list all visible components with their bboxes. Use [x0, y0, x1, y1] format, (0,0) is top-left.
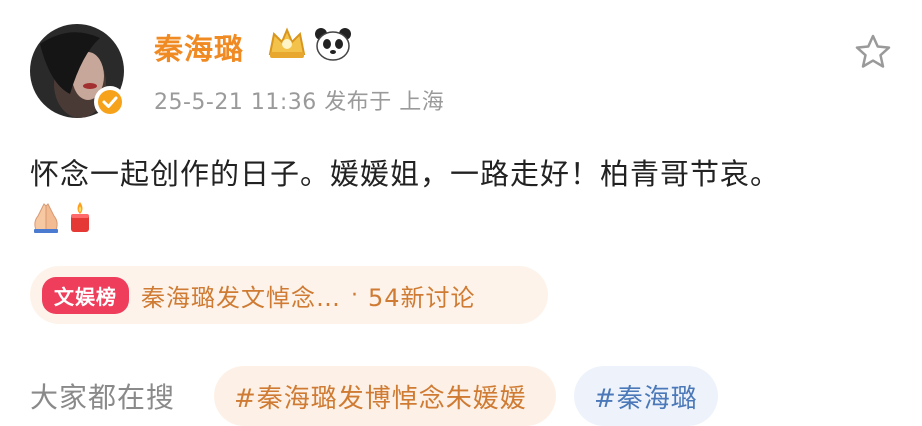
panda-badge-icon[interactable] [314, 26, 352, 66]
avatar[interactable] [30, 24, 126, 118]
search-chip-topic[interactable]: #秦海璐发博悼念朱媛媛 [214, 366, 556, 426]
hot-topic-card[interactable]: 文娱榜 秦海璐发文悼念… · 54新讨论 [30, 266, 548, 324]
username[interactable]: 秦海璐 [154, 26, 244, 68]
separator-dot: · [351, 282, 358, 308]
verified-badge-icon [94, 86, 126, 118]
emoji-row [30, 200, 94, 234]
search-chip-name[interactable]: #秦海璐 [574, 366, 718, 426]
search-section-label: 大家都在搜 [30, 381, 176, 414]
post-meta: 25-5-21 11:36 发布于 上海 [154, 90, 445, 115]
post-text: 怀念一起创作的日子。媛媛姐，一路走好！柏青哥节哀。 [30, 157, 781, 191]
hot-list-tag: 文娱榜 [42, 276, 129, 314]
hot-topic-title: 秦海璐发文悼念… [141, 283, 341, 312]
discussion-count: 54新讨论 [368, 283, 476, 312]
praying-hands-icon [34, 203, 58, 233]
star-icon[interactable] [853, 32, 893, 76]
crown-badge-icon[interactable] [266, 26, 308, 64]
candle-icon [71, 202, 89, 232]
